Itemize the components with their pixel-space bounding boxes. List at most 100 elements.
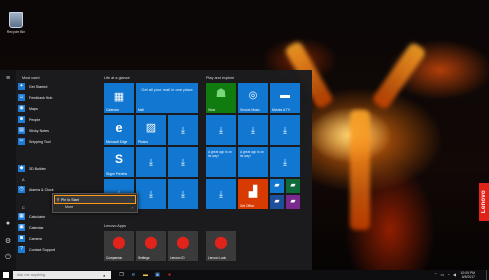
excel-icon: ▰ [290,182,296,189]
tile-skype[interactable]: S Skype Preview [104,147,134,177]
tile-onenote-purple[interactable]: ▰ [286,195,300,209]
tile-lenovo-lock[interactable]: ⬤ Lenovo Lock [206,231,236,261]
power-icon[interactable]: ⏻ [4,254,12,262]
taskbar-clock[interactable]: 10:05 PM 6/5/2017 [460,271,475,279]
app-label: Feedback Hub [29,95,53,100]
start-rail: ≡ ● ⚙ ⏻ [0,70,16,270]
recycle-bin-shortcut[interactable]: Recycle Bin [3,12,29,34]
download-icon: ⤓ [181,125,185,135]
tile-coming-soon[interactable]: A great app is on its way! [206,147,236,177]
tile-label: Calendar [106,108,119,112]
app-item-people[interactable]: ☻ People [18,115,96,124]
tile-settings[interactable]: ⬤ Settings [136,231,166,261]
file-explorer-icon[interactable]: ▬ [142,272,149,278]
app-item-maps[interactable]: ◉ Maps [18,104,96,113]
download-icon: ⤓ [219,189,223,199]
maps-icon: ◉ [18,105,25,112]
tile-placeholder[interactable]: ⤓ [136,179,166,209]
wallpaper-flame [370,41,428,111]
tile-placeholder[interactable]: ⤓ [206,179,236,209]
tile-movies-tv[interactable]: ▬ Movies & TV [270,83,300,113]
recycle-bin-label: Recycle Bin [6,30,26,34]
calendar-icon: ▣ [18,224,25,231]
tile-label: Groove Music [240,108,260,112]
tile-placeholder[interactable]: ⤓ [168,179,198,209]
settings-app-icon: ⬤ [144,235,158,249]
app-item-get-started[interactable]: ✦ Get Started [18,82,96,91]
app-item-contact-support[interactable]: ? Contact Support [18,245,96,254]
section-header-a[interactable]: A [22,178,25,182]
feedback-icon: ☺ [18,94,25,101]
tile-group-header[interactable]: Lenovo Apps [104,224,126,228]
windows-start-button[interactable] [3,272,9,278]
app-label: Alarms & Clock [29,187,54,192]
system-tray[interactable]: ⌃ ▭ ◔ ◀ [434,272,457,277]
tile-group-header[interactable]: Life at a glance [104,76,130,80]
chevron-right-icon: › [131,205,133,210]
tile-mail[interactable]: Get all your mail in one place Mail [136,83,198,113]
tile-placeholder[interactable]: ⤓ [168,115,198,145]
task-view-icon[interactable]: ❐ [118,272,125,278]
app-item-sticky-notes[interactable]: ▤ Sticky Notes [18,126,96,135]
support-icon: ? [18,246,25,253]
pin-to-start-item[interactable]: ⚲ Pin to Start [54,195,136,204]
settings-icon[interactable]: ⚙ [4,238,12,246]
download-icon: ⤓ [149,157,153,167]
onenote-icon: ▰ [274,182,280,189]
app-label: Maps [29,106,38,111]
more-item[interactable]: More [65,205,73,209]
3d-builder-icon: ◆ [18,165,25,172]
lenovo-badge[interactable]: Lenovo [479,183,489,221]
tile-edge[interactable]: e Microsoft Edge [104,115,134,145]
tile-xbox[interactable]: ☗ Xbox [206,83,236,113]
tile-lenovo-id[interactable]: ⬤ Lenovo ID [168,231,198,261]
tile-label: Settings [138,256,150,260]
camera-icon: ◙ [18,235,25,242]
section-header-c[interactable]: C [22,206,25,210]
download-icon: ⤓ [149,189,153,199]
tile-coming-soon[interactable]: A great app is on its way! [238,147,268,177]
app-label: Camera [29,236,42,241]
tile-placeholder[interactable]: ⤓ [270,147,300,177]
lenovo-app-icon[interactable]: ● [166,272,173,278]
calculator-icon: ▦ [18,213,25,220]
tile-companion[interactable]: ⬤ Companion [104,231,134,261]
tile-placeholder[interactable]: ⤓ [206,115,236,145]
app-item-calendar[interactable]: ▣ Calendar [18,223,96,232]
tile-excel[interactable]: ▰ [286,179,300,193]
app-item-camera[interactable]: ◙ Camera [18,234,96,243]
tile-groove-music[interactable]: ◎ Groove Music [238,83,268,113]
store-icon[interactable]: ▣ [154,272,161,278]
tile-word[interactable]: ▰ [270,195,284,209]
hamburger-icon[interactable]: ≡ [4,75,12,83]
office-icon: ▟ [248,186,258,198]
tile-placeholder[interactable]: ⤓ [238,115,268,145]
wallpaper-flame [350,110,370,230]
app-label: Calendar [29,225,44,230]
tile-photos[interactable]: ▨ Photos [136,115,166,145]
tile-placeholder[interactable]: ⤓ [136,147,166,177]
app-list: Most used ✦ Get Started ☺ Feedback Hub ◉… [18,70,96,270]
search-input[interactable] [13,271,97,279]
microphone-icon[interactable]: ● [103,273,105,278]
tile-label: Xbox [208,108,216,112]
search-box[interactable]: ● [13,271,111,279]
edge-taskbar-icon[interactable]: e [130,272,137,278]
tile-onenote[interactable]: ▰ [270,179,284,193]
tile-group-header[interactable]: Play and explore [206,76,234,80]
app-item-feedback-hub[interactable]: ☺ Feedback Hub [18,93,96,102]
user-icon[interactable]: ● [4,220,12,228]
app-item-calculator[interactable]: ▦ Calculator [18,212,96,221]
download-icon: ⤓ [251,125,255,135]
app-item-snipping-tool[interactable]: ✂ Snipping Tool [18,137,96,146]
edge-icon: e [115,120,123,135]
tile-placeholder[interactable]: ⤓ [168,147,198,177]
most-used-header: Most used [22,76,40,80]
start-menu: ≡ ● ⚙ ⏻ Most used ✦ Get Started ☺ Feedba… [0,70,312,270]
download-icon: ⤓ [181,157,185,167]
tile-get-office[interactable]: ▟ Get Office [238,179,268,209]
tile-label: Movies & TV [272,108,291,112]
tile-placeholder[interactable]: ⤓ [270,115,300,145]
app-item-3d-builder[interactable]: ◆ 3D Builder [18,164,96,173]
tile-calendar[interactable]: ▦ Calendar [104,83,134,113]
